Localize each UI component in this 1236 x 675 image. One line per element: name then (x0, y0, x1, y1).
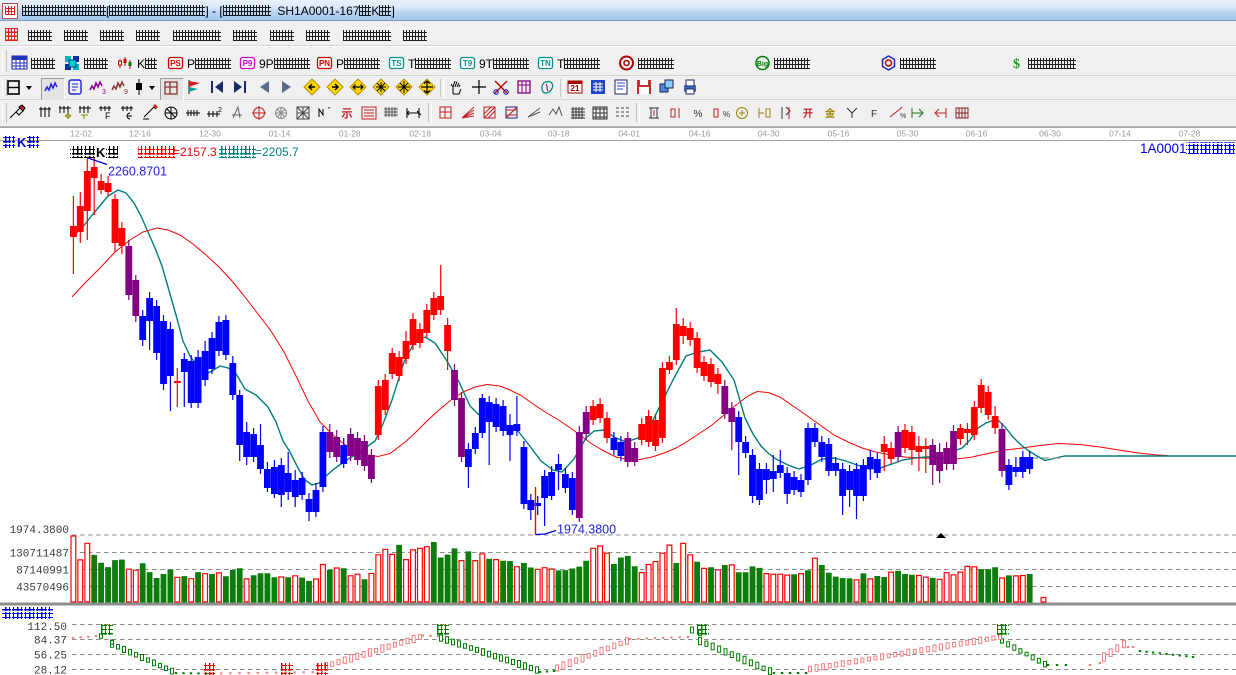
svg-text:03-18: 03-18 (548, 129, 570, 139)
svg-text:%: % (694, 109, 703, 120)
svg-text:3: 3 (102, 89, 106, 96)
svg-text:130711487: 130711487 (10, 549, 69, 561)
svg-text:03-04: 03-04 (480, 129, 502, 139)
svg-text:04-01: 04-01 (618, 129, 640, 139)
svg-text:PN: PN (319, 59, 330, 68)
svg-text:05-16: 05-16 (828, 129, 850, 139)
svg-text:04-16: 04-16 (689, 129, 711, 139)
svg-text:P9: P9 (243, 59, 253, 68)
svg-text:$: $ (1013, 57, 1020, 71)
svg-text:01-28: 01-28 (339, 129, 361, 139)
svg-text:12-30: 12-30 (199, 129, 221, 139)
svg-text:87140991: 87140991 (16, 566, 69, 578)
svg-text:06-16: 06-16 (966, 129, 988, 139)
svg-text:示: 示 (341, 107, 353, 120)
svg-text:01-14: 01-14 (269, 129, 291, 139)
svg-text:06-30: 06-30 (1039, 129, 1061, 139)
svg-text:2: 2 (218, 107, 222, 114)
svg-text:%: % (723, 110, 730, 119)
svg-text:2260.8701: 2260.8701 (108, 165, 167, 179)
svg-text:TS: TS (391, 59, 402, 68)
svg-text:84.37: 84.37 (34, 636, 67, 648)
svg-text:❖: ❖ (64, 111, 72, 121)
svg-text:02-18: 02-18 (409, 129, 431, 139)
svg-text:开: 开 (803, 108, 813, 120)
svg-text:F: F (871, 109, 877, 120)
svg-text:K: K (17, 135, 27, 150)
svg-text:05-30: 05-30 (897, 129, 919, 139)
svg-text:07-28: 07-28 (1179, 129, 1201, 139)
svg-text:1974.3800: 1974.3800 (557, 523, 616, 537)
svg-text:=2205.7: =2205.7 (255, 145, 299, 159)
svg-text:K: K (96, 145, 106, 160)
svg-text:T9: T9 (463, 59, 473, 68)
svg-text:TN: TN (540, 59, 551, 68)
svg-text:112.50: 112.50 (27, 622, 67, 634)
svg-text:Big: Big (757, 61, 768, 68)
svg-text:07-14: 07-14 (1109, 129, 1131, 139)
svg-text:=2157.3: =2157.3 (173, 145, 217, 159)
svg-text:9: 9 (124, 89, 128, 96)
svg-text:04-30: 04-30 (758, 129, 780, 139)
svg-text:PS: PS (170, 59, 181, 68)
svg-text:": " (328, 107, 331, 114)
svg-text:43570496: 43570496 (16, 583, 69, 595)
svg-text:F: F (105, 111, 111, 121)
svg-text:1A0001: 1A0001 (1140, 141, 1187, 156)
svg-text:56.25: 56.25 (34, 651, 67, 663)
svg-text:21: 21 (571, 84, 580, 93)
svg-text:12-16: 12-16 (129, 129, 151, 139)
svg-text:12-02: 12-02 (70, 129, 92, 139)
svg-text:金: 金 (824, 107, 836, 120)
svg-text:%: % (900, 113, 906, 120)
svg-text:1974.3800: 1974.3800 (10, 525, 69, 537)
svg-text:28.12: 28.12 (34, 666, 67, 675)
